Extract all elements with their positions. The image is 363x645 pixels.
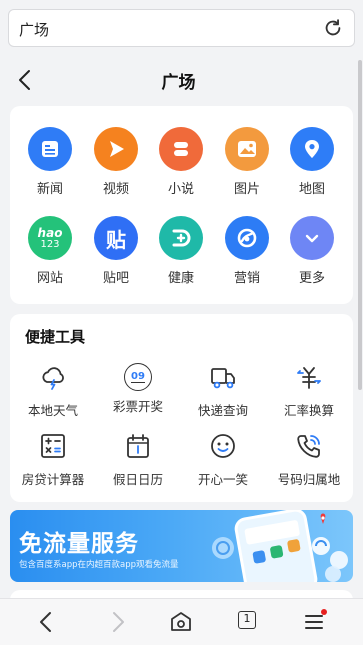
app-label: 图片	[233, 182, 260, 197]
scrollbar[interactable]	[358, 60, 362, 390]
tieba-icon-text: 贴	[106, 227, 126, 252]
tool-label: 彩票开奖	[112, 399, 163, 414]
lottery-icon-text: 09	[131, 371, 145, 383]
tool-weather[interactable]: 本地天气	[10, 363, 96, 419]
app-label: 地图	[298, 182, 325, 197]
map-pin-icon	[290, 127, 334, 171]
tool-label: 假日日历	[112, 472, 163, 487]
marketing-icon	[225, 216, 269, 260]
tool-label: 房贷计算器	[21, 472, 85, 487]
page-header: 广场	[0, 56, 357, 104]
app-health[interactable]: 健康	[151, 216, 211, 286]
hao123-icon: hao 123	[28, 216, 72, 260]
tool-lottery[interactable]: 09 彩票开奖	[95, 363, 181, 415]
tab-count: 1	[238, 611, 256, 629]
smile-icon	[211, 434, 235, 458]
app-label: 视频	[102, 182, 129, 197]
url-field[interactable]: 广场	[8, 9, 355, 47]
weather-icon	[42, 367, 64, 390]
banner-title: 免流量服务	[19, 531, 139, 557]
app-label: 新闻	[36, 182, 63, 197]
address-bar: 广场	[0, 0, 363, 56]
tool-label: 快递查询	[197, 403, 248, 418]
lottery-icon: 09	[124, 363, 152, 391]
tieba-icon: 贴	[94, 216, 138, 260]
banner-subtitle: 包含百度系app在内超百款app观看免流量	[19, 560, 179, 570]
tool-currency[interactable]: 汇率换算	[266, 363, 352, 419]
bottom-navigation: 1	[0, 598, 363, 645]
app-label: 更多	[298, 271, 325, 286]
app-marketing[interactable]: 营销	[217, 216, 277, 286]
refresh-icon[interactable]	[322, 17, 344, 39]
tool-holiday-calendar[interactable]: 假日日历	[95, 432, 181, 488]
app-news[interactable]: 新闻	[20, 127, 80, 197]
currency-exchange-icon	[297, 367, 321, 389]
tool-delivery[interactable]: 快递查询	[180, 363, 266, 419]
menu-icon	[305, 615, 323, 629]
forward-icon[interactable]	[105, 609, 131, 635]
app-novel[interactable]: 小说	[151, 127, 211, 197]
picture-icon	[225, 127, 269, 171]
url-text[interactable]: 广场	[19, 19, 49, 40]
book-icon	[159, 127, 203, 171]
hao123-icon-text: hao	[37, 225, 63, 240]
tool-mortgage-calculator[interactable]: 房贷计算器	[10, 432, 96, 488]
tool-phone-lookup[interactable]: 号码归属地	[266, 432, 352, 488]
tool-label: 汇率换算	[283, 403, 334, 418]
app-websites[interactable]: hao 123 网站	[20, 216, 80, 286]
phone-icon	[297, 435, 320, 458]
menu-button[interactable]	[304, 609, 327, 632]
calendar-icon	[127, 434, 149, 458]
page-title: 广场	[161, 73, 196, 93]
health-icon	[159, 216, 203, 260]
app-label: 小说	[167, 182, 194, 197]
tool-label: 本地天气	[27, 403, 78, 418]
home-icon[interactable]	[168, 609, 194, 635]
app-map[interactable]: 地图	[282, 127, 342, 197]
tool-jokes[interactable]: 开心一笑	[180, 432, 266, 488]
play-icon	[94, 127, 138, 171]
app-label: 贴吧	[102, 271, 129, 286]
news-icon	[28, 127, 72, 171]
apps-grid: 新闻 视频 小说 图片 地图 hao 123 网站 贴 贴吧 健康 营销 更多	[10, 106, 353, 304]
app-tieba[interactable]: 贴 贴吧	[86, 216, 146, 286]
back-icon[interactable]	[33, 609, 59, 635]
app-label: 营销	[233, 271, 260, 286]
app-video[interactable]: 视频	[86, 127, 146, 197]
phone-illustration-icon	[212, 510, 348, 582]
app-more[interactable]: 更多	[282, 216, 342, 286]
app-pictures[interactable]: 图片	[217, 127, 277, 197]
tools-section: 便捷工具 本地天气 09 彩票开奖 快递查询 汇率换算 房贷计算器 假日日历 开…	[10, 314, 353, 502]
notification-dot	[321, 609, 327, 615]
tabs-button[interactable]: 1	[238, 611, 264, 637]
tool-label: 开心一笑	[197, 472, 248, 487]
tool-label: 号码归属地	[277, 472, 341, 487]
calculator-icon	[41, 434, 65, 458]
free-data-banner[interactable]: 免流量服务 包含百度系app在内超百款app观看免流量	[10, 510, 353, 582]
chevron-down-icon	[290, 216, 334, 260]
app-label: 网站	[36, 271, 63, 286]
delivery-truck-icon	[211, 368, 235, 389]
hao123-icon-text-2: 123	[40, 238, 60, 250]
app-label: 健康	[167, 271, 194, 286]
section-title: 便捷工具	[25, 328, 86, 346]
